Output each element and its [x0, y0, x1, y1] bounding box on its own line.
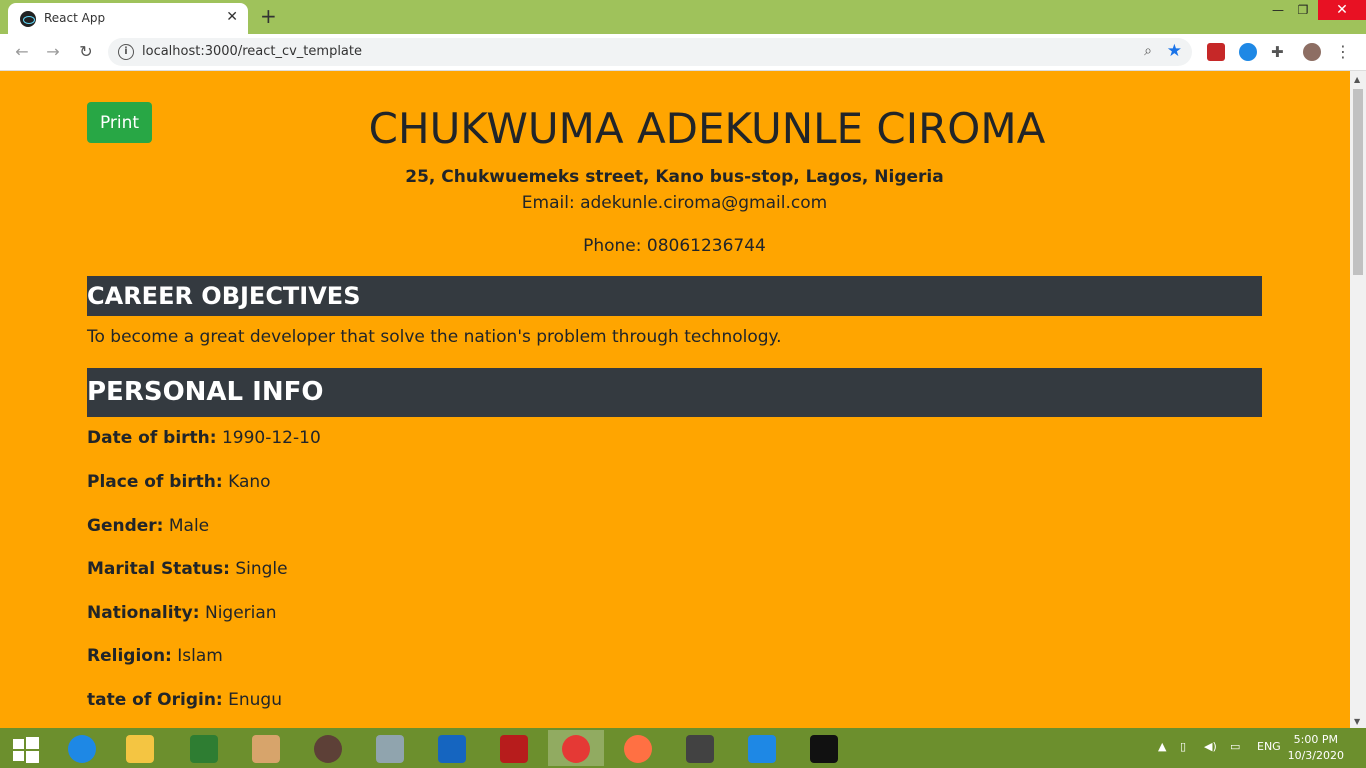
network-icon[interactable]: ▯	[1180, 740, 1186, 753]
vscode-icon	[748, 735, 776, 763]
info-icon[interactable]: i	[118, 44, 134, 60]
chrome-icon	[562, 735, 590, 763]
info-label: Religion:	[87, 646, 172, 666]
info-place-of-birth: Place of birth: Kano	[87, 472, 271, 492]
url-text[interactable]: localhost:3000/react_cv_template	[142, 44, 362, 59]
react-favicon-icon	[20, 11, 36, 27]
career-objective-text: To become a great developer that solve t…	[87, 327, 782, 347]
minimize-button[interactable]: —	[1265, 0, 1291, 22]
info-label: Place of birth:	[87, 472, 223, 492]
tray-chevron-icon[interactable]: ▲	[1158, 740, 1166, 753]
bookmark-star-icon[interactable]: ★	[1167, 41, 1182, 61]
taskbar-chrome[interactable]	[548, 730, 604, 766]
tab-title: React App	[44, 11, 106, 25]
firefox-icon	[624, 735, 652, 763]
browser-tab[interactable]: React App ✕	[8, 3, 248, 34]
sublime-text-icon	[686, 735, 714, 763]
info-label: Date of birth:	[87, 428, 217, 448]
taskbar-app-5[interactable]	[486, 730, 542, 766]
cv-address: 25, Chukwuemeks street, Kano bus-stop, L…	[405, 167, 944, 187]
info-label: Marital Status:	[87, 559, 230, 579]
info-value: Kano	[228, 472, 271, 492]
new-tab-button[interactable]: +	[260, 5, 277, 27]
profile-avatar[interactable]	[1303, 43, 1321, 61]
browser-toolbar: ← → ↻ i localhost:3000/react_cv_template…	[0, 34, 1366, 71]
store-icon	[190, 735, 218, 763]
folder-icon	[126, 735, 154, 763]
menu-kebab-icon[interactable]: ⋮	[1334, 43, 1352, 61]
clock-date: 10/3/2020	[1287, 749, 1344, 762]
info-label: Gender:	[87, 516, 164, 536]
info-label: Nationality:	[87, 603, 200, 623]
restore-button[interactable]: ❐	[1290, 0, 1316, 22]
info-value: Islam	[177, 646, 223, 666]
scroll-up-icon[interactable]: ▲	[1354, 75, 1360, 84]
scroll-down-icon[interactable]: ▼	[1354, 717, 1360, 726]
info-religion: Religion: Islam	[87, 646, 223, 666]
info-state-of-origin: tate of Origin: Enugu	[87, 690, 282, 710]
cv-name: CHUKWUMA ADEKUNLE CIROMA	[368, 104, 1046, 153]
tab-close-icon[interactable]: ✕	[226, 9, 238, 25]
taskbar-app-1[interactable]	[238, 730, 294, 766]
terminal-icon	[810, 735, 838, 763]
scroll-thumb[interactable]	[1353, 89, 1363, 275]
personal-info-heading: PERSONAL INFO	[87, 368, 1262, 417]
taskbar-app-2[interactable]	[300, 730, 356, 766]
internet-explorer-icon	[68, 735, 96, 763]
address-bar[interactable]: i localhost:3000/react_cv_template ⌕ ★	[108, 38, 1192, 66]
extensions-puzzle-icon[interactable]: ✚	[1271, 43, 1289, 61]
cv-page: Print CHUKWUMA ADEKUNLE CIROMA 25, Chukw…	[0, 71, 1350, 728]
cv-email: Email: adekunle.ciroma@gmail.com	[521, 193, 828, 213]
windows-logo-icon	[13, 737, 39, 763]
clock-time: 5:00 PM	[1293, 733, 1338, 746]
career-objectives-heading: CAREER OBJECTIVES	[87, 276, 1262, 316]
language-indicator[interactable]: ENG	[1257, 740, 1281, 753]
info-value: Nigerian	[204, 603, 277, 623]
settings-app-icon	[438, 735, 466, 763]
info-gender: Gender: Male	[87, 516, 209, 536]
windows-taskbar: ▲ ▯ ◀) ▭ ENG 5:00 PM 10/3/2020	[0, 728, 1366, 768]
start-button[interactable]	[0, 730, 56, 766]
app-disc-icon	[252, 735, 280, 763]
info-value: 1990-12-10	[221, 428, 321, 448]
info-date-of-birth: Date of birth: 1990-12-10	[87, 428, 321, 448]
extension-red-icon[interactable]	[1207, 43, 1225, 61]
taskbar-vscode[interactable]	[734, 730, 790, 766]
volume-icon[interactable]: ◀)	[1204, 740, 1217, 753]
taskbar-terminal[interactable]	[796, 730, 852, 766]
taskbar-file-explorer[interactable]	[112, 730, 168, 766]
info-value: Male	[168, 516, 210, 536]
info-value: Single	[235, 559, 288, 579]
cv-phone: Phone: 08061236744	[583, 236, 766, 256]
power-app-icon	[500, 735, 528, 763]
document-app-icon	[376, 735, 404, 763]
taskbar-app-4[interactable]	[424, 730, 480, 766]
speaker-app-icon	[314, 735, 342, 763]
zoom-icon[interactable]: ⌕	[1144, 43, 1152, 59]
reload-button[interactable]: ↻	[76, 42, 96, 62]
battery-icon[interactable]: ▭	[1230, 740, 1240, 753]
taskbar-sublime[interactable]	[672, 730, 728, 766]
info-nationality: Nationality: Nigerian	[87, 603, 277, 623]
taskbar-firefox[interactable]	[610, 730, 666, 766]
back-button[interactable]: ←	[12, 42, 32, 62]
taskbar-app-3[interactable]	[362, 730, 418, 766]
taskbar-clock[interactable]: 5:00 PM 10/3/2020	[1288, 732, 1344, 764]
forward-button[interactable]: →	[43, 42, 63, 62]
extension-blue-icon[interactable]	[1239, 43, 1257, 61]
window-close-button[interactable]: ✕	[1318, 0, 1366, 20]
info-value: Enugu	[228, 690, 282, 710]
page-scrollbar[interactable]: ▲ ▼	[1350, 71, 1366, 728]
taskbar-ie[interactable]	[54, 730, 110, 766]
info-label: tate of Origin:	[87, 690, 223, 710]
browser-tabbar: React App ✕ + — ❐ ✕	[0, 0, 1366, 34]
info-marital-status: Marital Status: Single	[87, 559, 288, 579]
taskbar-store[interactable]	[176, 730, 232, 766]
